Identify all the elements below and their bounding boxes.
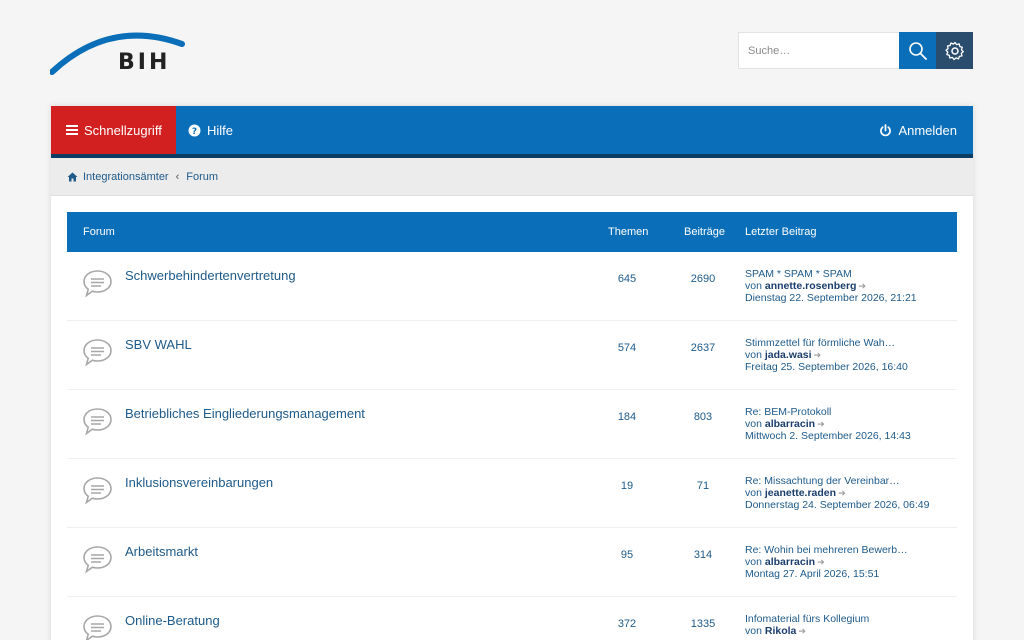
forum-list: Forum Themen Beiträge Letzter Beitrag Sc… bbox=[67, 212, 957, 640]
advanced-search-button[interactable] bbox=[936, 32, 973, 69]
last-post-by: von bbox=[745, 556, 762, 568]
goto-post-icon[interactable]: ➔ bbox=[798, 625, 806, 637]
forum-row: Online-Beratung 372 1335 Infomaterial fü… bbox=[67, 597, 957, 640]
forum-topics-count: 184 bbox=[617, 411, 637, 423]
goto-post-icon[interactable]: ➔ bbox=[814, 349, 822, 361]
forum-topics-count: 372 bbox=[617, 618, 637, 630]
goto-post-icon[interactable]: ➔ bbox=[817, 418, 825, 430]
last-post-title[interactable]: Re: Missachtung der Vereinbar… bbox=[745, 475, 945, 487]
last-post-by: von bbox=[745, 418, 762, 430]
last-post-date: Freitag 25. September 2026, 16:40 bbox=[745, 361, 908, 373]
quick-access-label: Schnellzugriff bbox=[84, 122, 162, 138]
forum-panel: Schnellzugriff ? Hilfe Anmelden Integrat… bbox=[51, 106, 973, 640]
last-post-info: Re: Wohin bei mehreren Bewerb… von albar… bbox=[745, 544, 945, 580]
last-post-info: SPAM * SPAM * SPAM von annette.rosenberg… bbox=[745, 268, 945, 304]
search-icon bbox=[908, 41, 927, 60]
breadcrumb-separator: ‹ bbox=[175, 170, 180, 183]
login-label: Anmelden bbox=[898, 122, 957, 138]
forum-posts-count: 314 bbox=[693, 549, 713, 561]
search-input[interactable] bbox=[738, 32, 899, 69]
navbar: Schnellzugriff ? Hilfe Anmelden bbox=[51, 106, 973, 154]
help-link[interactable]: ? Hilfe bbox=[188, 106, 233, 154]
top-header: BIH bbox=[0, 0, 1024, 100]
forum-posts-count: 2637 bbox=[690, 342, 716, 354]
last-post-by: von bbox=[745, 625, 762, 637]
forum-title[interactable]: Inklusionsvereinbarungen bbox=[125, 475, 273, 490]
search-box bbox=[738, 32, 973, 69]
last-post-title[interactable]: Infomaterial fürs Kollegium bbox=[745, 613, 945, 625]
quick-access-button[interactable]: Schnellzugriff bbox=[51, 106, 176, 154]
breadcrumb-forum[interactable]: Forum bbox=[186, 171, 218, 183]
last-post-date: Donnerstag 24. September 2026, 06:49 bbox=[745, 499, 930, 511]
help-label: Hilfe bbox=[207, 122, 234, 138]
last-post-info: Infomaterial fürs Kollegium von Rikola ➔ bbox=[745, 613, 945, 637]
menu-icon bbox=[66, 125, 78, 135]
login-link[interactable]: Anmelden bbox=[879, 106, 957, 154]
svg-text:?: ? bbox=[192, 127, 197, 137]
gear-icon bbox=[944, 41, 964, 60]
forum-title[interactable]: Arbeitsmarkt bbox=[125, 544, 198, 559]
forum-read-icon bbox=[83, 270, 112, 298]
forum-row: Arbeitsmarkt 95 314 Re: Wohin bei mehrer… bbox=[67, 528, 957, 597]
last-post-date: Montag 27. April 2026, 15:51 bbox=[745, 568, 880, 580]
last-post-info: Re: Missachtung der Vereinbar… von jeane… bbox=[745, 475, 945, 511]
forum-topics-count: 574 bbox=[617, 342, 637, 354]
forum-title[interactable]: Betriebliches Eingliederungsmanagement bbox=[125, 406, 365, 421]
last-post-user[interactable]: annette.rosenberg bbox=[765, 280, 857, 292]
last-post-by: von bbox=[745, 487, 762, 499]
forum-topics-count: 19 bbox=[620, 480, 634, 492]
power-icon bbox=[880, 123, 892, 136]
forum-posts-count: 1335 bbox=[690, 618, 716, 630]
forum-title[interactable]: SBV WAHL bbox=[125, 337, 192, 352]
question-circle-icon: ? bbox=[188, 124, 201, 137]
forum-list-header: Forum Themen Beiträge Letzter Beitrag bbox=[67, 212, 957, 252]
forum-read-icon bbox=[83, 339, 112, 367]
goto-post-icon[interactable]: ➔ bbox=[858, 280, 866, 292]
header-forum: Forum bbox=[83, 226, 115, 238]
last-post-user[interactable]: albarracin bbox=[765, 556, 815, 568]
search-button[interactable] bbox=[899, 32, 936, 69]
forum-read-icon bbox=[83, 477, 112, 505]
bih-logo[interactable]: BIH bbox=[49, 28, 190, 78]
last-post-user[interactable]: jada.wasi bbox=[765, 349, 812, 361]
forum-title[interactable]: Schwerbehindertenvertretung bbox=[125, 268, 296, 283]
header-posts: Beiträge bbox=[684, 226, 725, 238]
breadcrumb-home[interactable]: Integrationsämter bbox=[83, 171, 169, 183]
header-last-post: Letzter Beitrag bbox=[745, 226, 817, 238]
last-post-title[interactable]: Stimmzettel für förmliche Wah… bbox=[745, 337, 945, 349]
header-topics: Themen bbox=[608, 226, 649, 238]
forum-posts-count: 803 bbox=[693, 411, 713, 423]
last-post-info: Re: BEM-Protokoll von albarracin ➔ Mittwo… bbox=[745, 406, 945, 442]
last-post-user[interactable]: albarracin bbox=[765, 418, 815, 430]
last-post-by: von bbox=[745, 280, 762, 292]
last-post-info: Stimmzettel für förmliche Wah… von jada.… bbox=[745, 337, 945, 373]
forum-posts-count: 2690 bbox=[690, 273, 716, 285]
last-post-by: von bbox=[745, 349, 762, 361]
logo-text: BIH bbox=[118, 50, 171, 75]
last-post-user[interactable]: Rikola bbox=[765, 625, 797, 637]
forum-row: SBV WAHL 574 2637 Stimmzettel für förmli… bbox=[67, 321, 957, 390]
forum-read-icon bbox=[83, 615, 112, 640]
last-post-title[interactable]: Re: Wohin bei mehreren Bewerb… bbox=[745, 544, 945, 556]
forum-row: Inklusionsvereinbarungen 19 71 Re: Missa… bbox=[67, 459, 957, 528]
last-post-user[interactable]: jeanette.raden bbox=[765, 487, 836, 499]
forum-topics-count: 95 bbox=[620, 549, 634, 561]
goto-post-icon[interactable]: ➔ bbox=[838, 487, 846, 499]
home-icon bbox=[67, 172, 78, 181]
last-post-date: Mittwoch 2. September 2026, 14:43 bbox=[745, 430, 911, 442]
forum-posts-count: 71 bbox=[696, 480, 710, 492]
goto-post-icon[interactable]: ➔ bbox=[817, 556, 825, 568]
forum-title[interactable]: Online-Beratung bbox=[125, 613, 220, 628]
forum-row: Schwerbehindertenvertretung 645 2690 SPA… bbox=[67, 252, 957, 321]
last-post-date: Dienstag 22. September 2026, 21:21 bbox=[745, 292, 917, 304]
forum-row: Betriebliches Eingliederungsmanagement 1… bbox=[67, 390, 957, 459]
forum-topics-count: 645 bbox=[617, 273, 637, 285]
breadcrumb: Integrationsämter ‹ Forum bbox=[51, 158, 973, 196]
forum-read-icon bbox=[83, 546, 112, 574]
last-post-title[interactable]: SPAM * SPAM * SPAM bbox=[745, 268, 945, 280]
last-post-title[interactable]: Re: BEM-Protokoll bbox=[745, 406, 945, 418]
forum-read-icon bbox=[83, 408, 112, 436]
